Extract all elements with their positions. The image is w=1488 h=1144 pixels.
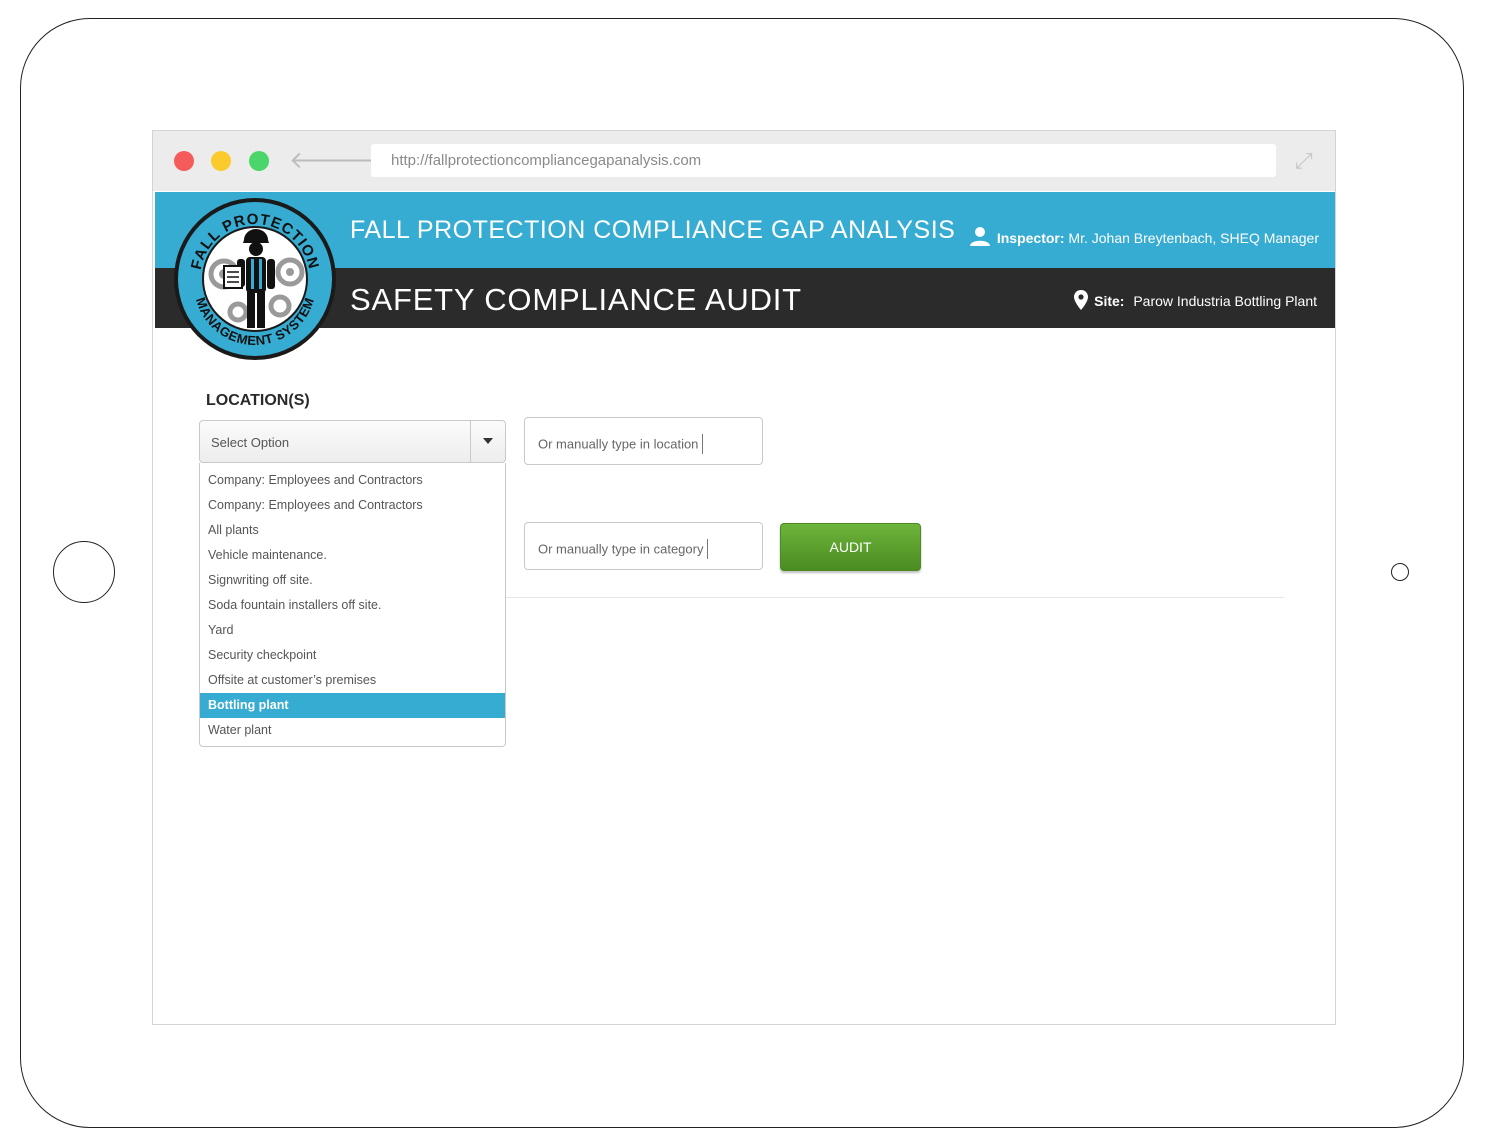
expand-icon[interactable]: ⤢ [1295,149,1313,173]
app-title: FALL PROTECTION COMPLIANCE GAP ANALYSIS [350,216,956,244]
site-info: Site: Parow Industria Bottling Plant [1074,290,1317,310]
dropdown-option[interactable]: Company: Employees and Contractors [200,468,505,493]
dropdown-option[interactable]: Water plant [200,718,505,743]
chevron-down-icon[interactable] [470,421,505,462]
inspector-name: Mr. Johan Breytenbach, SHEQ Manager [1068,230,1319,246]
maximize-window-button[interactable] [249,151,269,171]
category-input[interactable]: Or manually type in category [524,522,763,570]
address-bar[interactable]: http://fallprotectioncompliancegapanalys… [371,144,1276,177]
divider [506,597,1284,598]
location-select[interactable]: Select Option [199,420,506,463]
location-input-placeholder: Or manually type in location [538,434,704,455]
inspector-label: Inspector: [996,230,1065,246]
dropdown-option[interactable]: Bottling plant [200,693,505,718]
dropdown-option[interactable]: Offsite at customer’s premises [200,668,505,693]
close-window-button[interactable] [174,151,194,171]
dropdown-option[interactable]: Company: Employees and Contractors [200,493,505,518]
site-label: Site: [1094,293,1125,309]
dropdown-option[interactable]: Soda fountain installers off site. [200,593,505,618]
dropdown-option[interactable]: Yard [200,618,505,643]
dropdown-option[interactable]: Security checkpoint [200,643,505,668]
browser-window: 🡐 🡒 http://fallprotectioncompliancegapan… [152,130,1336,1025]
user-icon [969,227,990,246]
site-name: Parow Industria Bottling Plant [1133,293,1317,309]
camera-icon [53,541,115,603]
fall-protection-logo: FALL PROTECTION MANAGEMENT SYSTEM [174,198,336,360]
location-dropdown: Company: Employees and Contractors Compan… [199,463,506,747]
minimize-window-button[interactable] [211,151,231,171]
dropdown-option[interactable]: Vehicle maintenance. [200,543,505,568]
home-button[interactable] [1391,563,1409,581]
page-title: SAFETY COMPLIANCE AUDIT [350,282,802,317]
browser-toolbar: 🡐 🡒 http://fallprotectioncompliancegapan… [153,131,1335,191]
dropdown-option[interactable]: All plants [200,518,505,543]
map-pin-icon [1074,290,1089,310]
dropdown-option[interactable]: Signwriting off site. [200,568,505,593]
inspector-info: Inspector: Mr. Johan Breytenbach, SHEQ M… [969,226,1319,246]
location-select-value: Select Option [211,435,290,450]
category-input-placeholder: Or manually type in category [538,539,709,560]
location-input[interactable]: Or manually type in location [524,417,763,465]
audit-button[interactable]: AUDIT [780,523,921,571]
location-label: LOCATION(S) [206,392,310,409]
